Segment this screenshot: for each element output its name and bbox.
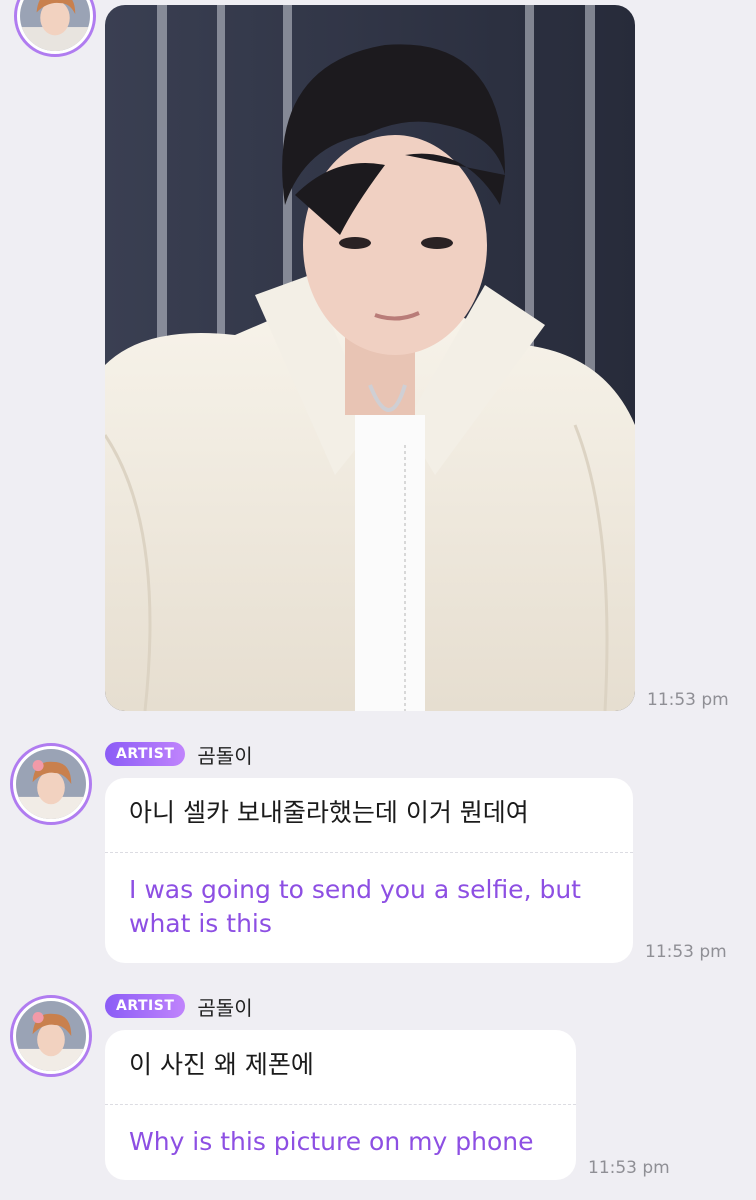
sender-name: 곰돌이: [197, 995, 253, 1020]
message-translation-text: I was going to send you a selfie, but wh…: [129, 875, 581, 938]
artist-avatar[interactable]: [10, 995, 92, 1077]
message-timestamp: 11:53 pm: [645, 942, 727, 962]
message-timestamp: 11:53 pm: [588, 1158, 670, 1178]
message-translation-text: Why is this picture on my phone: [129, 1127, 534, 1156]
selfie-photo: [105, 5, 635, 711]
message-divider: [105, 1104, 576, 1105]
message-timestamp: 11:53 pm: [647, 690, 729, 710]
message-bubble[interactable]: 아니 셀카 보내줄라했는데 이거 뭔데여 I was going to send…: [105, 778, 633, 963]
message-original-text: 아니 셀카 보내줄라했는데 이거 뭔데여: [129, 798, 529, 827]
sender-name: 곰돌이: [197, 743, 253, 768]
message-original-text: 이 사진 왜 제폰에: [129, 1050, 314, 1079]
avatar-image: [16, 749, 86, 819]
artist-avatar[interactable]: [14, 0, 96, 57]
message-bubble[interactable]: 이 사진 왜 제폰에 Why is this picture on my pho…: [105, 1030, 576, 1180]
artist-badge: ARTIST: [105, 994, 186, 1018]
artist-avatar[interactable]: [10, 743, 92, 825]
avatar-image: [16, 1001, 86, 1071]
sender-row: ARTIST 곰돌이: [105, 993, 253, 1020]
message-divider: [105, 852, 633, 853]
avatar-image: [20, 0, 90, 51]
sender-row: ARTIST 곰돌이: [105, 741, 253, 768]
artist-badge: ARTIST: [105, 742, 186, 766]
photo-message[interactable]: [105, 5, 635, 711]
